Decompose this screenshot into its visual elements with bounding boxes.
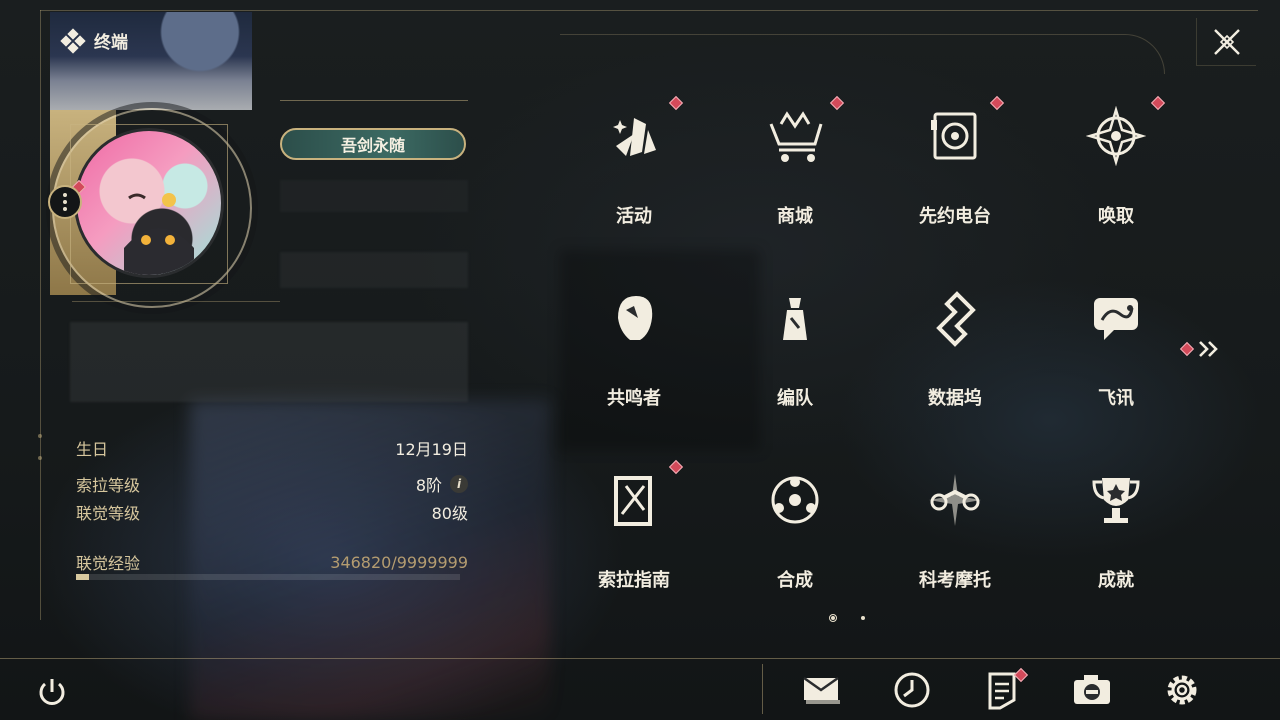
resonator-head-icon	[618, 296, 653, 340]
power-icon	[39, 679, 65, 705]
stat-row-sol-rank: 索拉等级 8阶 i	[76, 472, 468, 496]
stat-row-birthday: 生日 12月19日	[76, 436, 468, 460]
convene-compass-icon	[1086, 106, 1146, 166]
menu-item-label: 索拉指南	[598, 570, 670, 591]
page-title: 终端	[94, 33, 128, 53]
menu-item-1[interactable]: 活动	[574, 95, 694, 236]
radio-icon	[931, 112, 977, 160]
mail-button[interactable]	[800, 668, 844, 712]
motorbike-icon	[929, 474, 981, 526]
pager-dot[interactable]	[861, 616, 865, 620]
pager-dot-active-core	[831, 616, 835, 620]
menu-item-label: 合成	[777, 570, 813, 591]
bottom-separator	[762, 664, 763, 714]
menu-item-4[interactable]: 唤取	[1056, 95, 1176, 236]
next-page-button[interactable]	[1179, 340, 1220, 358]
menu-item-label: 商城	[777, 206, 813, 227]
double-chevron-right-icon	[1199, 341, 1218, 357]
shop-cart-icon	[769, 111, 823, 162]
notification-badge	[1150, 95, 1166, 111]
guide-book-icon	[614, 476, 652, 526]
event-icon	[613, 118, 656, 156]
camera-icon	[1074, 675, 1110, 704]
blurred-signature	[70, 322, 468, 402]
frame-left-line	[40, 10, 41, 620]
blurred-uid	[280, 180, 468, 212]
notification-badge	[829, 95, 845, 111]
stat-row-union-exp: 联觉经验 346820/9999999	[76, 550, 468, 574]
synthesis-icon	[771, 476, 819, 524]
menu-item-2[interactable]: 商城	[735, 95, 855, 236]
avatar[interactable]	[74, 128, 224, 278]
profile-cover-image	[50, 12, 252, 110]
info-icon[interactable]: i	[450, 475, 468, 493]
menu-item-label: 先约电台	[919, 206, 991, 227]
menu-item-9[interactable]: 索拉指南	[574, 459, 694, 600]
notification-badge	[989, 95, 1005, 111]
close-button[interactable]	[1196, 18, 1256, 66]
menu-item-label: 数据坞	[928, 388, 982, 409]
notification-badge	[668, 95, 684, 111]
stat-row-union-level: 联觉等级 80级	[76, 500, 468, 524]
power-button[interactable]	[30, 670, 74, 714]
menu-item-10[interactable]: 合成	[735, 460, 855, 600]
menu-item-label: 编队	[777, 388, 813, 409]
notes-button[interactable]	[980, 667, 1029, 712]
menu-item-label: 飞讯	[1098, 388, 1134, 409]
stat-label: 生日	[76, 440, 109, 459]
team-chess-icon	[783, 298, 807, 340]
settings-button[interactable]	[1160, 668, 1204, 712]
menu-item-6[interactable]: 编队	[735, 278, 855, 418]
menu-item-7[interactable]: 数据坞	[895, 278, 1015, 418]
exp-progress-fill	[76, 574, 90, 580]
profile-divider	[72, 301, 280, 302]
profile-menu-button[interactable]	[48, 185, 82, 219]
stat-value: 12月19日	[395, 440, 468, 459]
next-page-badge	[1179, 341, 1195, 357]
clock-icon	[894, 672, 930, 708]
stat-label: 联觉等级	[76, 504, 141, 523]
blurred-name	[280, 252, 468, 288]
menu-item-8[interactable]: 飞讯	[1056, 278, 1176, 418]
menu-item-5[interactable]: 共鸣者	[574, 278, 694, 418]
trophy-icon	[1092, 478, 1140, 523]
chat-bubble-icon	[1094, 298, 1138, 340]
menu-item-label: 成就	[1098, 570, 1134, 591]
frame-corner-line	[560, 34, 1165, 74]
terminal-header: 终端	[60, 27, 128, 54]
exp-progress-bar	[76, 574, 460, 580]
menu-item-label: 共鸣者	[607, 388, 661, 409]
bottom-divider	[0, 658, 1280, 659]
menu-item-label: 唤取	[1098, 206, 1134, 227]
title-badge-label: 吾剑永随	[340, 136, 405, 155]
frame-dot	[38, 434, 42, 438]
menu-item-label: 科考摩托	[919, 570, 991, 591]
stat-label: 联觉经验	[76, 554, 141, 573]
menu-item-11[interactable]: 科考摩托	[895, 460, 1015, 600]
close-icon	[1213, 28, 1240, 55]
clock-button[interactable]	[890, 668, 934, 712]
frame-dot	[38, 456, 42, 460]
notification-badge	[668, 459, 684, 475]
gear-icon	[1167, 675, 1197, 705]
exp-value: 346820/9999999	[330, 552, 468, 572]
title-badge[interactable]: 吾剑永随	[280, 128, 466, 160]
menu-item-3[interactable]: 先约电台	[895, 95, 1015, 236]
terminal-diamond-icon	[60, 27, 86, 54]
stat-value: 80级	[431, 504, 468, 523]
stat-value: 8阶 i	[416, 472, 468, 496]
data-dock-icon	[936, 291, 976, 347]
menu-item-12[interactable]: 成就	[1056, 460, 1176, 600]
mail-icon	[803, 676, 840, 704]
stat-label: 索拉等级	[76, 476, 141, 495]
title-divider	[280, 100, 468, 101]
menu-item-label: 活动	[616, 206, 652, 227]
frame-top-line	[40, 10, 1258, 11]
camera-button[interactable]	[1070, 668, 1114, 712]
